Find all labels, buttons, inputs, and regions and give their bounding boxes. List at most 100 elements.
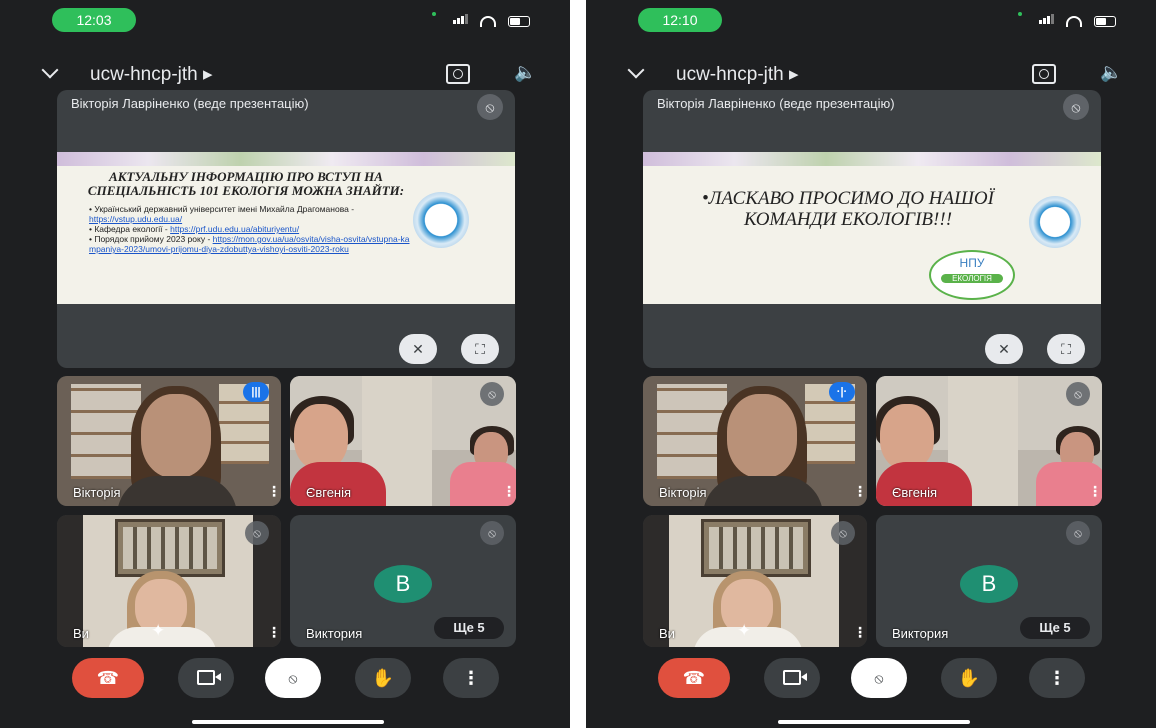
camera-icon: [783, 670, 807, 686]
raise-hand-icon: ✋: [957, 668, 981, 688]
participant-tile[interactable]: ⦸ B Виктория Ще 5: [290, 515, 516, 647]
person-face: [880, 404, 934, 470]
participant-name: Виктория: [892, 626, 949, 641]
meeting-code[interactable]: ucw-hncp-jth ▸: [90, 63, 213, 86]
end-call-button[interactable]: ☎: [72, 658, 144, 698]
wall-frame: [701, 519, 811, 577]
more-participants-badge[interactable]: Ще 5: [1020, 617, 1090, 639]
raise-hand-icon: ✋: [371, 668, 395, 688]
participant-tile[interactable]: ||| Вікторія ⋮: [57, 376, 281, 506]
participant-name: Ви: [659, 626, 675, 641]
more-vert-icon[interactable]: ⋮: [1088, 484, 1102, 500]
self-view-tile[interactable]: ⦸ Ви ✦ ⋮: [57, 515, 281, 647]
presentation-tile[interactable]: Вікторія Лавріненко (веде презентацію) ⦸…: [643, 90, 1101, 368]
presentation-tile[interactable]: Вікторія Лавріненко (веде презентацію) ⦸…: [57, 90, 515, 368]
status-icons: [452, 12, 530, 27]
camera-icon: [197, 670, 221, 686]
wall-frame: [115, 519, 225, 577]
camera-button[interactable]: [764, 658, 820, 698]
faculty-emblem: [413, 192, 469, 248]
person-face: [727, 394, 797, 478]
mic-toggle-button[interactable]: ⦸: [265, 658, 321, 698]
mic-off-icon: ⦸: [874, 670, 884, 686]
speaker-icon[interactable]: 🔈: [514, 62, 536, 83]
mic-off-icon: ⦸: [831, 521, 855, 545]
more-options-button[interactable]: ⋮: [1029, 658, 1085, 698]
more-vert-icon[interactable]: ⋮: [502, 484, 516, 500]
participant-tile[interactable]: ⦸ B Виктория Ще 5: [876, 515, 1102, 647]
effects-sparkle-icon[interactable]: ✦: [737, 621, 751, 641]
bullet-text: Порядок прийому 2023 року -: [94, 234, 213, 244]
slide-bullet: Кафедра екології - https://prf.udu.edu.u…: [89, 224, 411, 234]
fullscreen-icon: ⛶: [1061, 341, 1071, 357]
bullet-text: Український державний університет імені …: [94, 204, 355, 214]
phone-screen-left: 12:03 ucw-hncp-jth ▸ 🔈 Вікторія Лаврінен…: [0, 0, 570, 728]
raise-hand-button[interactable]: ✋: [355, 658, 411, 698]
mic-off-icon: ⦸: [1066, 382, 1090, 406]
effects-sparkle-icon[interactable]: ✦: [151, 621, 165, 641]
slide-bullets: Український державний університет імені …: [81, 204, 411, 254]
person-face: [294, 404, 348, 470]
slide-heading: Актуальну інформацію про вступ на спеціа…: [87, 169, 405, 198]
logo-top-text: НПУ: [959, 256, 985, 270]
raise-hand-button[interactable]: ✋: [941, 658, 997, 698]
mic-off-icon: ⦸: [477, 94, 503, 120]
mic-off-icon: ⦸: [480, 521, 504, 545]
logo-bottom-text: ЕКОЛОГІЯ: [941, 274, 1003, 283]
camera-flip-icon[interactable]: [446, 64, 470, 84]
privacy-indicator: [432, 12, 436, 16]
status-time: 12:10: [638, 8, 722, 32]
more-participants-badge[interactable]: Ще 5: [434, 617, 504, 639]
more-vert-icon: ⋮: [1048, 668, 1066, 688]
more-vert-icon[interactable]: ⋮: [853, 625, 867, 641]
meeting-code[interactable]: ucw-hncp-jth ▸: [676, 63, 799, 86]
bullet-text: Кафедра екології -: [94, 224, 171, 234]
participant-tile[interactable]: ·|· Вікторія ⋮: [643, 376, 867, 506]
meeting-top-bar: ucw-hncp-jth ▸ 🔈: [40, 58, 550, 92]
home-indicator[interactable]: [778, 720, 970, 724]
slide-content: Актуальну інформацію про вступ на спеціа…: [81, 169, 411, 255]
chevron-down-icon[interactable]: [627, 61, 645, 79]
participant-tile[interactable]: ⦸ Євгенія ⋮: [290, 376, 516, 506]
camera-button[interactable]: [178, 658, 234, 698]
signal-icon: [1038, 12, 1055, 27]
more-options-button[interactable]: ⋮: [443, 658, 499, 698]
mic-off-icon: ⦸: [288, 670, 298, 686]
status-time: 12:03: [52, 8, 136, 32]
participant-name: Ви: [73, 626, 89, 641]
bullet-link[interactable]: https://vstup.udu.edu.ua/: [89, 214, 182, 224]
pin-off-button[interactable]: ✕: [399, 334, 437, 364]
wifi-icon: [480, 16, 497, 27]
camera-flip-icon[interactable]: [1032, 64, 1056, 84]
speaking-indicator-icon: ·|·: [829, 382, 855, 402]
bullet-link[interactable]: https://prf.udu.edu.ua/abituriyentu/: [170, 224, 299, 234]
slide-floral-decoration: [643, 152, 1101, 166]
participant-tile[interactable]: ⦸ Євгенія ⋮: [876, 376, 1102, 506]
more-vert-icon[interactable]: ⋮: [267, 484, 281, 500]
presentation-slide: Актуальну інформацію про вступ на спеціа…: [57, 152, 515, 304]
mic-toggle-button[interactable]: ⦸: [851, 658, 907, 698]
participant-name: Виктория: [306, 626, 363, 641]
speaker-icon[interactable]: 🔈: [1100, 62, 1122, 83]
end-call-icon: ☎: [96, 668, 120, 688]
presenter-label: Вікторія Лавріненко (веде презентацію): [657, 96, 895, 111]
speaking-indicator-icon: |||: [243, 382, 269, 402]
self-view-tile[interactable]: ⦸ Ви ✦ ⋮: [643, 515, 867, 647]
pin-off-button[interactable]: ✕: [985, 334, 1023, 364]
fullscreen-button[interactable]: ⛶: [461, 334, 499, 364]
home-indicator[interactable]: [192, 720, 384, 724]
participant-name: Євгенія: [306, 485, 352, 500]
participant-name: Вікторія: [659, 485, 707, 500]
chevron-down-icon[interactable]: [41, 61, 59, 79]
more-vert-icon[interactable]: ⋮: [267, 625, 281, 641]
pin-off-icon: ✕: [412, 341, 424, 357]
privacy-indicator: [1018, 12, 1022, 16]
status-icons: [1038, 12, 1116, 27]
participant-name: Євгенія: [892, 485, 938, 500]
end-call-button[interactable]: ☎: [658, 658, 730, 698]
avatar: B: [960, 565, 1018, 603]
fullscreen-button[interactable]: ⛶: [1047, 334, 1085, 364]
battery-icon: [1094, 16, 1116, 27]
more-vert-icon[interactable]: ⋮: [853, 484, 867, 500]
signal-icon: [452, 12, 469, 27]
